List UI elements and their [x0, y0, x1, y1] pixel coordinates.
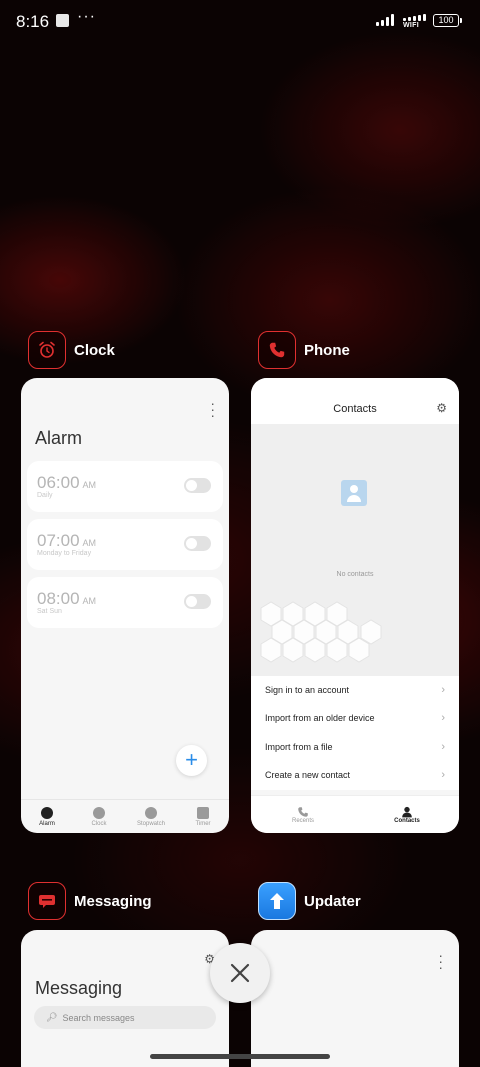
contact-action-label: Import from a file [265, 742, 333, 752]
no-contacts-text: No contacts [336, 571, 374, 578]
chevron-right-icon: › [441, 684, 445, 696]
tab-label: Clock [91, 820, 107, 827]
tab-stopwatch: Stopwatch [125, 800, 177, 833]
status-bar: 8:16 ··· WIFI 100 [0, 0, 480, 44]
more-options-icon: · · · [438, 947, 443, 975]
tab-label: Contacts [394, 817, 420, 824]
clock-app-card[interactable]: · · · Alarm 06:00 AM Daily 07:00 AM Monday t… [21, 378, 229, 833]
phone-app-card[interactable]: Contacts ⚙ No contacts Sign in to an acc… [251, 378, 459, 833]
empty-contact-icon [341, 480, 367, 506]
up-arrow-icon[interactable] [258, 882, 296, 920]
contacts-title: Contacts [333, 403, 377, 415]
search-icon: 🔎︎ [46, 1012, 58, 1022]
gear-icon: ⚙ [436, 401, 447, 415]
wifi-label: WIFI [403, 22, 419, 29]
alarm-row: 08:00 AM Sat Sun [27, 577, 223, 628]
add-alarm-button: + [176, 745, 207, 776]
alarm-tab-icon [41, 806, 53, 819]
tab-contacts: Contacts [355, 796, 459, 833]
phone-app-name: Phone [304, 341, 350, 359]
tab-recents: Recents [251, 796, 355, 833]
stopwatch-tab-icon [145, 806, 157, 819]
import-older-device-item: Import from an older device › [265, 704, 445, 732]
contact-action-label: Create a new contact [265, 770, 351, 780]
alarm-clock-icon[interactable] [28, 331, 66, 369]
phone-app-header[interactable]: Phone [258, 331, 350, 369]
alarm-repeat: Daily [37, 492, 53, 499]
phone-tab-icon [298, 806, 308, 817]
messaging-app-header[interactable]: Messaging [28, 882, 152, 920]
search-messages-field: 🔎︎ Search messages [34, 1006, 216, 1029]
alarm-row: 06:00 AM Daily [27, 461, 223, 512]
phone-handset-icon[interactable] [258, 331, 296, 369]
tab-label: Alarm [39, 820, 55, 827]
message-bubble-icon[interactable] [28, 882, 66, 920]
search-placeholder: Search messages [62, 1012, 135, 1023]
messaging-app-name: Messaging [74, 892, 152, 910]
alarm-time: 08:00 [37, 589, 80, 608]
alarm-toggle [184, 536, 211, 551]
tab-alarm: Alarm [21, 800, 73, 833]
tab-label: Timer [195, 820, 211, 827]
more-options-icon: · · · [210, 395, 215, 423]
import-file-item: Import from a file › [265, 733, 445, 761]
notification-icon [56, 14, 69, 27]
tab-label: Stopwatch [136, 820, 166, 827]
messaging-title: Messaging [35, 978, 123, 998]
alarm-toggle [184, 594, 211, 609]
alarm-time: 07:00 [37, 531, 80, 550]
home-indicator[interactable] [150, 1054, 330, 1059]
tab-label: Recents [291, 817, 314, 824]
alarm-repeat: Monday to Friday [37, 550, 92, 557]
sign-in-account-item: Sign in to an account › [265, 676, 445, 704]
alarm-row: 07:00 AM Monday to Friday [27, 519, 223, 570]
wifi-icon [403, 14, 426, 21]
chevron-right-icon: › [441, 741, 445, 753]
person-tab-icon [402, 806, 412, 817]
alarm-title: Alarm [35, 428, 83, 448]
alarm-time: 06:00 [37, 473, 80, 492]
battery-icon: 100 [433, 14, 462, 27]
tab-timer: Timer [177, 800, 229, 833]
clock-app-header[interactable]: Clock [28, 331, 115, 369]
contacts-header: Contacts ⚙ [251, 378, 459, 424]
status-time: 8:16 [16, 12, 50, 31]
hexagon-pattern-icon [260, 601, 382, 663]
create-contact-item: Create a new contact › [265, 761, 445, 789]
signal-icon [376, 14, 394, 26]
alarm-ampm: AM [82, 596, 97, 606]
tab-clock: Clock [73, 800, 125, 833]
more-notifications-icon: ··· [77, 8, 96, 25]
updater-app-name: Updater [304, 892, 361, 910]
alarm-ampm: AM [82, 480, 97, 490]
phone-tab-bar: Recents Contacts [251, 795, 459, 833]
alarm-ampm: AM [82, 538, 97, 548]
updater-app-card[interactable]: · · · [251, 930, 459, 1067]
clock-tab-icon [93, 806, 105, 819]
updater-app-header[interactable]: Updater [258, 882, 361, 920]
contact-action-label: Import from an older device [265, 713, 375, 723]
alarm-toggle [184, 478, 211, 493]
clock-tab-bar: Alarm Clock Stopwatch Timer [21, 799, 229, 833]
close-icon [230, 963, 250, 983]
chevron-right-icon: › [441, 712, 445, 724]
hourglass-tab-icon [197, 806, 209, 819]
chevron-right-icon: › [441, 769, 445, 781]
contact-action-label: Sign in to an account [265, 685, 350, 695]
clock-app-name: Clock [74, 341, 115, 359]
contact-actions-list: Sign in to an account › Import from an o… [251, 676, 459, 790]
alarm-repeat: Sat Sun [37, 608, 62, 615]
messaging-app-card[interactable]: ⚙ Messaging 🔎︎ Search messages [21, 930, 229, 1067]
clear-all-button[interactable] [210, 943, 270, 1003]
